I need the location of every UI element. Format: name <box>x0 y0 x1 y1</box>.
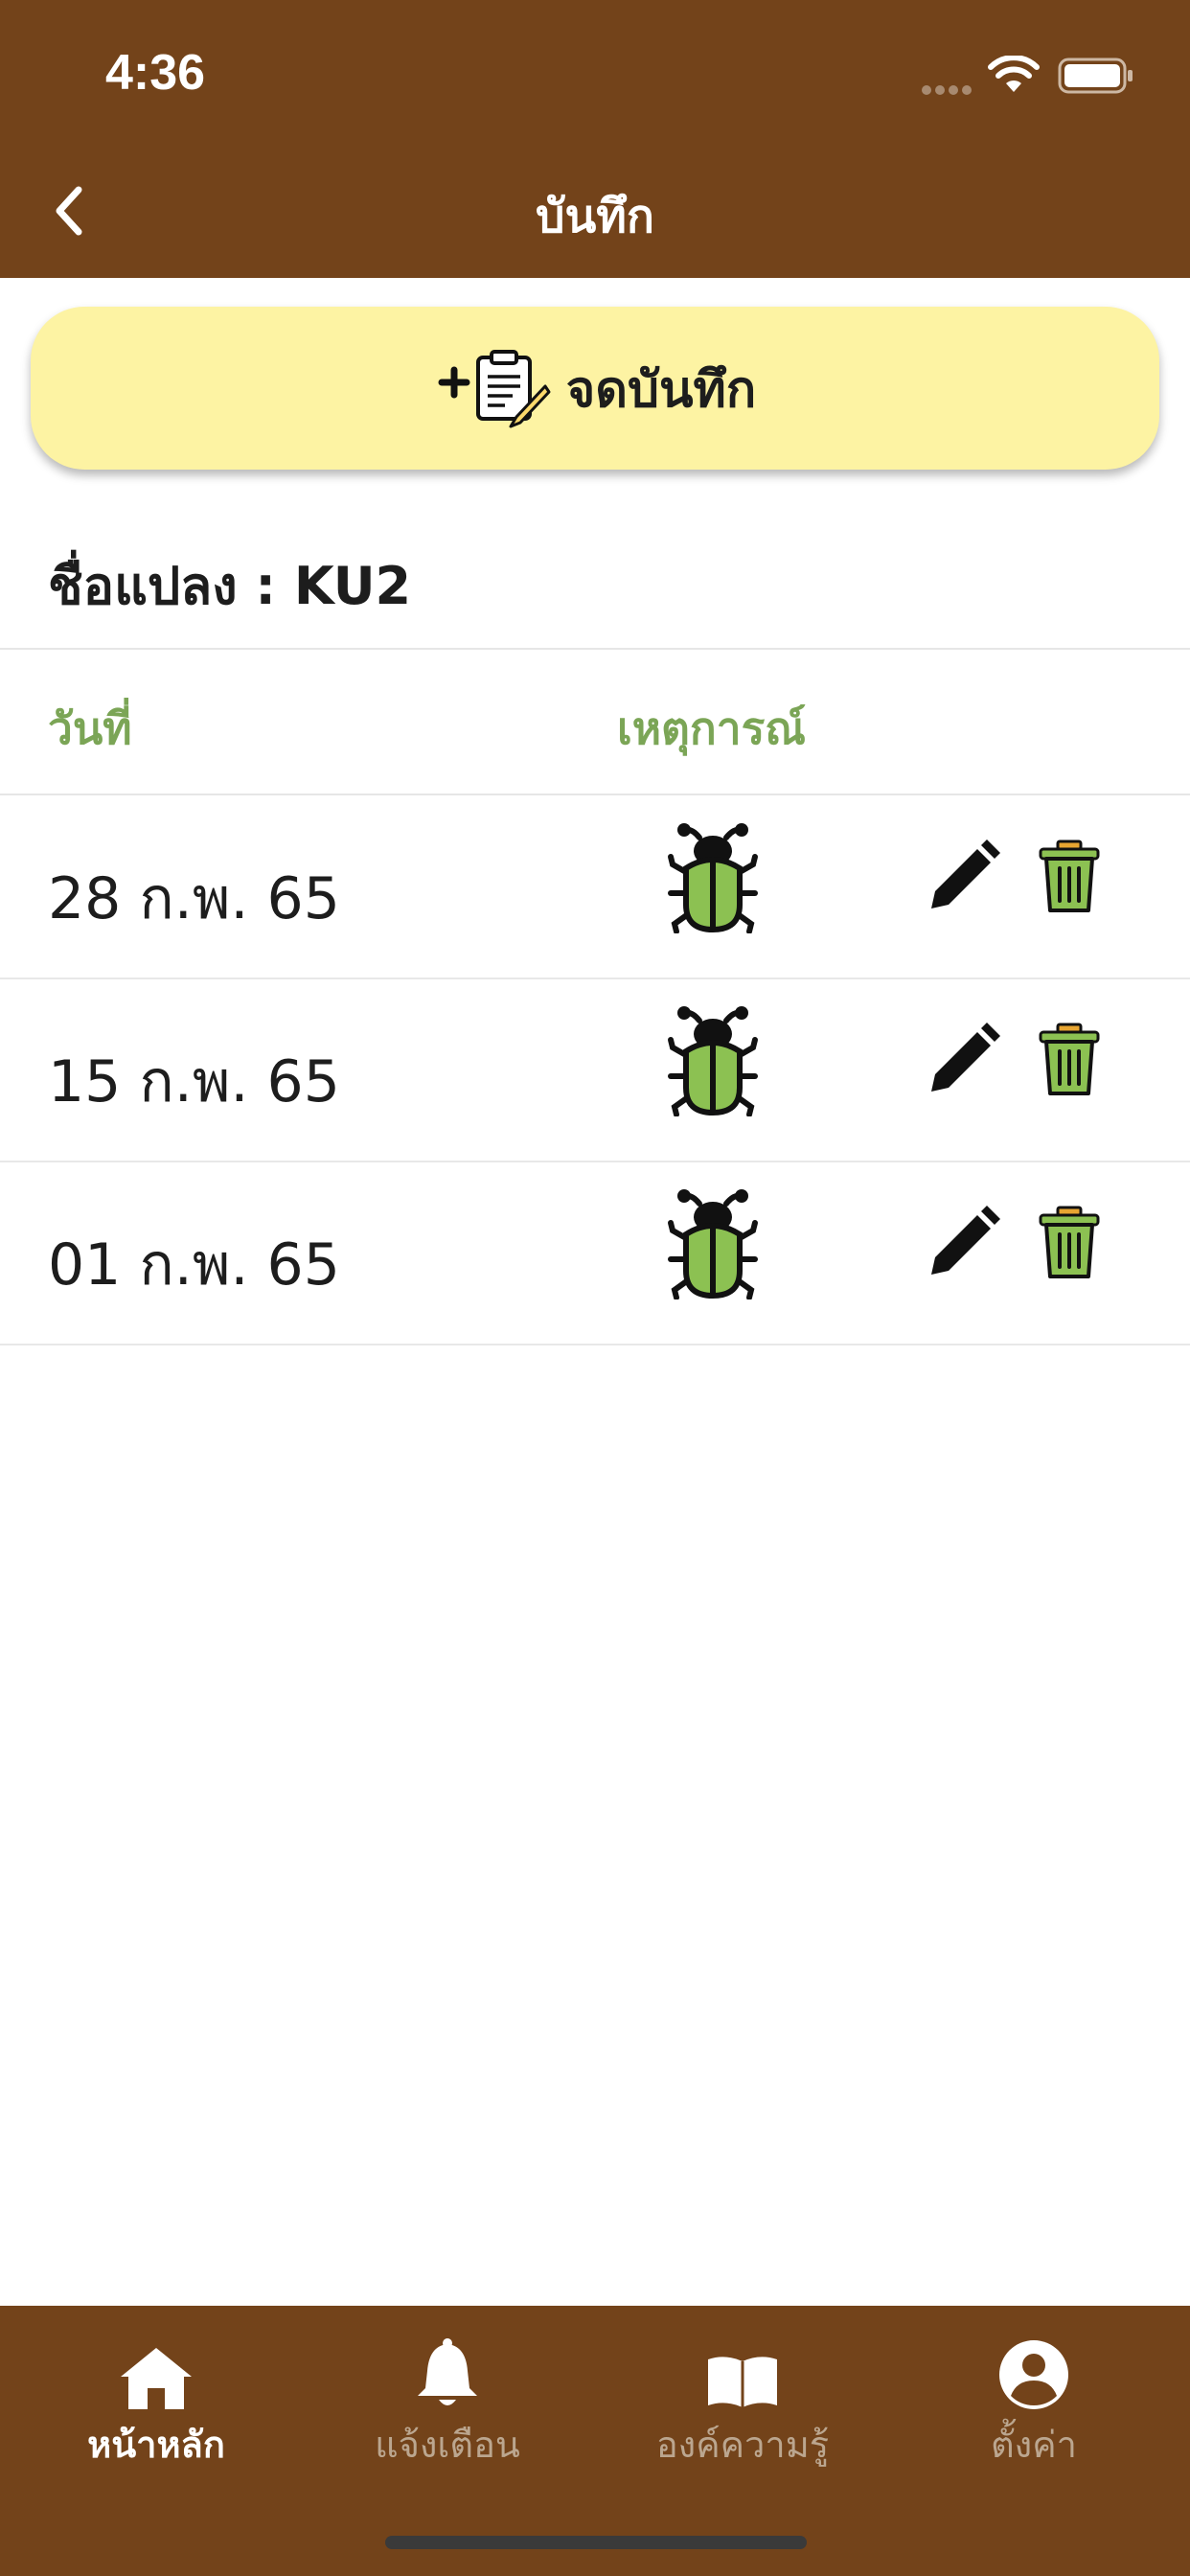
status-bar: 4:36 <box>0 0 1190 144</box>
divider <box>0 648 1190 650</box>
bell-icon <box>418 2338 477 2405</box>
home-icon <box>121 2348 192 2409</box>
delete-trash-icon[interactable] <box>1039 1206 1100 1280</box>
delete-trash-icon[interactable] <box>1039 1023 1100 1097</box>
delete-trash-icon[interactable] <box>1039 840 1100 914</box>
user-icon <box>999 2340 1068 2409</box>
record-date: 01 ก.พ. 65 <box>48 1231 340 1299</box>
table-row[interactable]: 01 ก.พ. 65 <box>0 1162 1190 1346</box>
column-header-date: วันที่ <box>48 702 132 754</box>
record-date: 28 ก.พ. 65 <box>48 865 340 932</box>
tab-notifications-label: แจ้งเตือน <box>375 2424 520 2466</box>
status-time: 4:36 <box>105 45 206 101</box>
add-note-icon <box>438 350 551 428</box>
edit-pencil-icon[interactable] <box>926 1204 1002 1280</box>
bug-icon <box>668 823 758 933</box>
tab-knowledge[interactable]: องค์ความรู้ <box>594 2329 891 2473</box>
cellular-signal-icon <box>922 80 975 99</box>
nav-bar: บันทึก <box>0 144 1190 278</box>
add-note-button[interactable]: จดบันทึก <box>31 307 1159 470</box>
record-date: 15 ก.พ. 65 <box>48 1048 340 1116</box>
tab-settings[interactable]: ตั้งค่า <box>885 2329 1182 2473</box>
edit-pencil-icon[interactable] <box>926 838 1002 914</box>
plot-name: ชื่อแปลง : KU2 <box>48 556 412 616</box>
tab-notifications[interactable]: แจ้งเตือน <box>299 2329 596 2473</box>
battery-icon <box>1058 58 1133 94</box>
table-row[interactable]: 15 ก.พ. 65 <box>0 978 1190 1162</box>
page-title: บันทึก <box>536 190 654 243</box>
book-icon <box>708 2357 777 2407</box>
table-row[interactable]: 28 ก.พ. 65 <box>0 795 1190 979</box>
add-note-label: จดบันทึก <box>565 360 757 419</box>
tab-home[interactable]: หน้าหลัก <box>8 2329 305 2473</box>
tab-knowledge-label: องค์ความรู้ <box>655 2424 830 2466</box>
edit-pencil-icon[interactable] <box>926 1021 1002 1097</box>
tab-home-label: หน้าหลัก <box>87 2424 225 2466</box>
tab-settings-label: ตั้งค่า <box>991 2424 1077 2466</box>
wifi-icon <box>988 56 1040 92</box>
home-indicator <box>385 2536 807 2549</box>
bug-icon <box>668 1006 758 1116</box>
column-header-event: เหตุการณ์ <box>617 702 806 754</box>
bug-icon <box>668 1189 758 1300</box>
